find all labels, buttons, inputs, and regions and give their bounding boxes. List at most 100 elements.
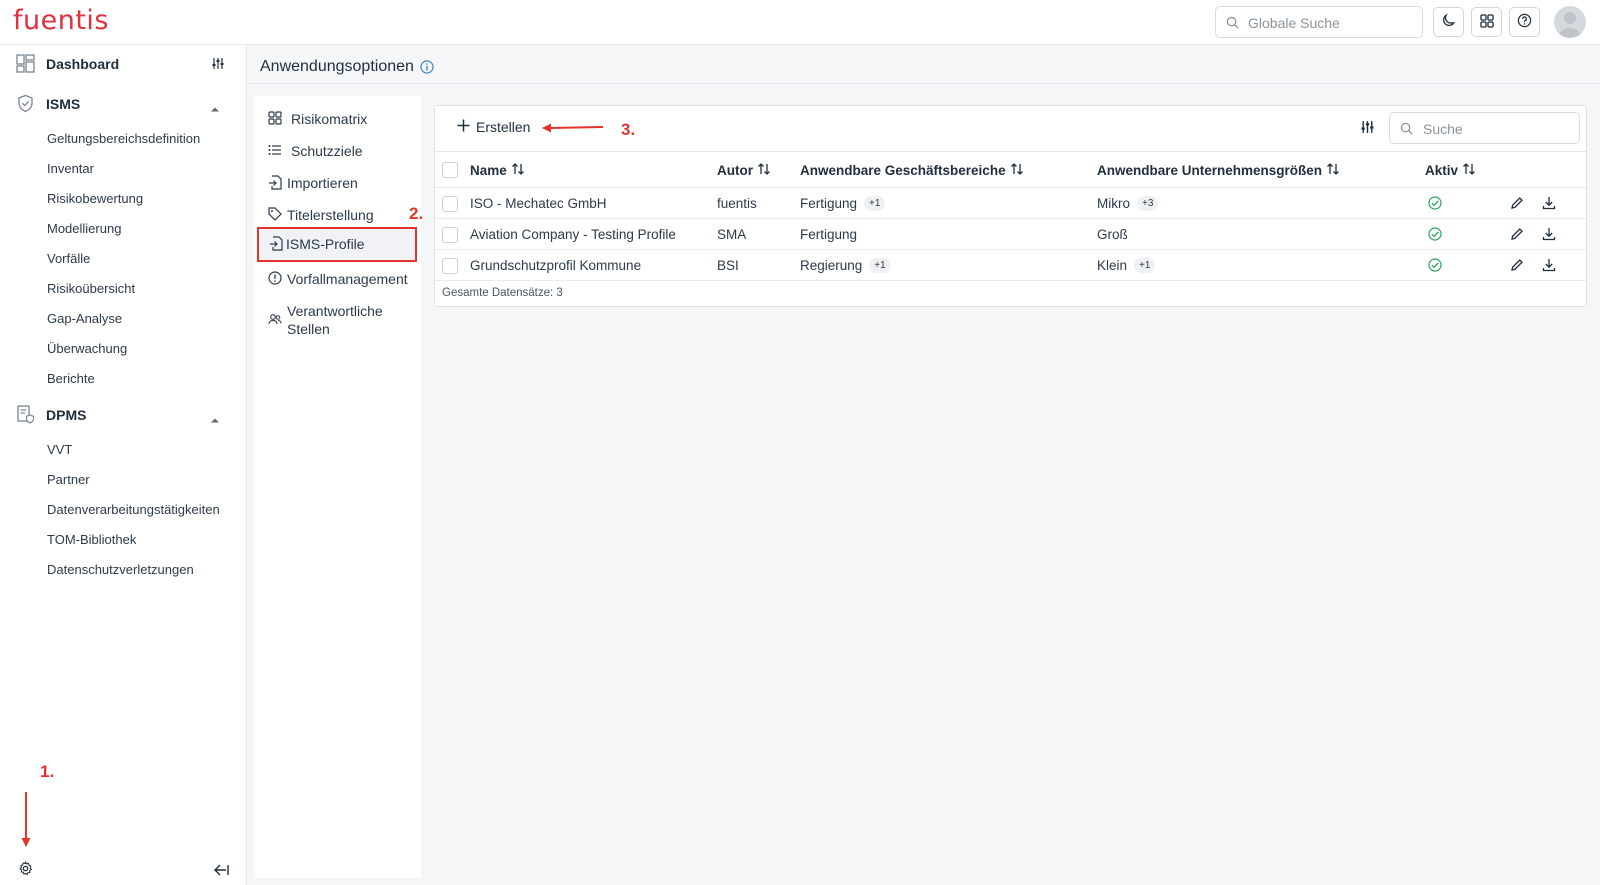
user-avatar[interactable] xyxy=(1554,6,1586,38)
cell-value: Fertigung xyxy=(800,196,858,211)
sidebar-item-dashboard[interactable]: Dashboard xyxy=(0,46,247,82)
sort-icon[interactable] xyxy=(1462,162,1476,179)
settings-gear-icon[interactable] xyxy=(18,861,33,879)
sidebar-item-datenschutzverletzungen[interactable]: Datenschutzverletzungen xyxy=(47,562,194,577)
check-circle-icon xyxy=(1428,227,1442,244)
search-icon xyxy=(1226,16,1239,32)
column-header-geschaeftsbereiche[interactable]: Anwendbare Geschäftsbereiche xyxy=(800,162,1024,179)
sidebar-item-ueberwachung[interactable]: Überwachung xyxy=(47,341,127,356)
sidebar: Dashboard ISMS Geltungsbereichsdefinitio… xyxy=(0,45,247,885)
import-icon xyxy=(268,175,282,193)
sidebar-section-isms[interactable]: ISMS xyxy=(0,86,247,122)
sort-icon[interactable] xyxy=(1326,162,1340,179)
sidebar-item-risikobewertung[interactable]: Risikobewertung xyxy=(47,191,143,206)
cell-name: Grundschutzprofil Kommune xyxy=(470,258,642,273)
list-icon xyxy=(268,143,282,159)
more-badge[interactable]: +1 xyxy=(864,196,886,211)
chevron-up-icon[interactable] xyxy=(210,99,220,115)
global-search[interactable] xyxy=(1215,6,1423,38)
sidebar-item-partner[interactable]: Partner xyxy=(47,472,90,487)
column-header-label: Aktiv xyxy=(1425,163,1459,178)
alert-circle-icon xyxy=(268,271,282,288)
download-icon[interactable] xyxy=(1542,196,1556,213)
edit-pencil-icon[interactable] xyxy=(1510,258,1524,275)
check-circle-icon xyxy=(1428,196,1442,213)
sidebar-section-label: ISMS xyxy=(46,96,81,112)
grid-icon xyxy=(268,111,282,128)
theme-toggle-button[interactable] xyxy=(1433,7,1464,37)
check-circle-icon xyxy=(1428,258,1442,275)
sidebar-item-modellierung[interactable]: Modellierung xyxy=(47,221,121,236)
help-button[interactable] xyxy=(1509,7,1540,37)
collapse-sidebar-icon[interactable] xyxy=(214,863,229,879)
table-row[interactable]: Aviation Company - Testing Profile SMA F… xyxy=(435,219,1586,250)
create-button-label: Erstellen xyxy=(476,119,531,135)
sort-icon[interactable] xyxy=(511,162,525,179)
subnav-item-vorfallmanagement[interactable]: Vorfallmanagement xyxy=(254,268,416,292)
sidebar-section-dpms[interactable]: DPMS xyxy=(0,397,247,433)
row-checkbox[interactable] xyxy=(442,227,458,243)
users-icon xyxy=(268,312,282,328)
sidebar-item-inventar[interactable]: Inventar xyxy=(47,161,94,176)
apps-button[interactable] xyxy=(1471,7,1502,37)
subnav-item-importieren[interactable]: Importieren xyxy=(254,172,416,196)
create-button[interactable]: Erstellen xyxy=(457,119,530,135)
annotation-step-1: 1. xyxy=(40,762,55,781)
sidebar-item-gap-analyse[interactable]: Gap-Analyse xyxy=(47,311,122,326)
sort-icon[interactable] xyxy=(1010,162,1024,179)
info-icon[interactable] xyxy=(420,60,434,77)
download-icon[interactable] xyxy=(1542,258,1556,275)
sidebar-item-vorfaelle[interactable]: Vorfälle xyxy=(47,251,90,266)
column-header-label: Autor xyxy=(717,163,753,178)
table-row[interactable]: ISO - Mechatec GmbH fuentis Fertigung +1… xyxy=(435,188,1586,219)
search-icon xyxy=(1400,122,1413,138)
column-settings-icon[interactable] xyxy=(1361,120,1374,137)
cell-geschaeftsbereiche: Fertigung xyxy=(800,227,857,242)
sliders-icon[interactable] xyxy=(212,57,224,73)
more-badge[interactable]: +3 xyxy=(1137,196,1159,211)
column-header-autor[interactable]: Autor xyxy=(717,162,771,179)
options-subnav: Risikomatrix Schutzziele Importieren Tit… xyxy=(254,96,421,878)
table-header: Name Autor Anwendbare Geschäftsbereiche … xyxy=(435,151,1586,188)
dashboard-icon xyxy=(16,54,35,76)
sidebar-item-label: Dashboard xyxy=(46,56,120,72)
cell-value: Mikro xyxy=(1097,196,1130,211)
table-search-input[interactable] xyxy=(1423,119,1573,139)
column-header-label: Anwendbare Geschäftsbereiche xyxy=(800,163,1006,178)
column-header-unternehmensgroessen[interactable]: Anwendbare Unternehmensgrößen xyxy=(1097,162,1340,179)
annotation-step-3: 3. xyxy=(621,120,636,139)
subnav-item-label: Titelerstellung xyxy=(287,207,374,223)
edit-pencil-icon[interactable] xyxy=(1510,196,1524,213)
subnav-item-verantwortliche-stellen[interactable]: Verantwortliche Stellen xyxy=(254,300,416,340)
sidebar-item-berichte[interactable]: Berichte xyxy=(47,371,95,386)
apps-grid-icon xyxy=(1479,13,1494,31)
subnav-item-titelerstellung[interactable]: Titelerstellung xyxy=(254,204,416,228)
more-badge[interactable]: +1 xyxy=(1134,258,1156,273)
subnav-item-risikomatrix[interactable]: Risikomatrix xyxy=(254,108,416,132)
column-header-name[interactable]: Name xyxy=(470,162,525,179)
chevron-up-icon[interactable] xyxy=(210,410,220,426)
select-all-checkbox[interactable] xyxy=(442,162,458,178)
more-badge[interactable]: +1 xyxy=(869,258,891,273)
annotation-step-2: 2. xyxy=(409,204,424,223)
subnav-item-isms-profile[interactable]: ISMS-Profile xyxy=(257,227,417,262)
table-row[interactable]: Grundschutzprofil Kommune BSI Regierung … xyxy=(435,250,1586,281)
sort-icon[interactable] xyxy=(757,162,771,179)
sidebar-item-vvt[interactable]: VVT xyxy=(47,442,72,457)
moon-icon xyxy=(1441,13,1456,31)
column-header-aktiv[interactable]: Aktiv xyxy=(1425,162,1476,179)
row-checkbox[interactable] xyxy=(442,258,458,274)
app-logo[interactable]: fuentis xyxy=(13,5,109,36)
table-search[interactable] xyxy=(1389,112,1580,144)
row-checkbox[interactable] xyxy=(442,196,458,212)
cell-value: Klein xyxy=(1097,258,1128,273)
subnav-item-schutzziele[interactable]: Schutzziele xyxy=(254,140,416,164)
sidebar-item-tom-bibliothek[interactable]: TOM-Bibliothek xyxy=(47,532,136,547)
edit-pencil-icon[interactable] xyxy=(1510,227,1524,244)
sidebar-item-datenverarbeitung[interactable]: Datenverarbeitungstätigkeiten xyxy=(47,502,220,517)
global-search-input[interactable] xyxy=(1248,13,1418,33)
sidebar-item-geltungsbereich[interactable]: Geltungsbereichsdefinition xyxy=(47,131,200,146)
annotation-arrow-left xyxy=(542,123,604,133)
download-icon[interactable] xyxy=(1542,227,1556,244)
sidebar-item-risikouebersicht[interactable]: Risikoübersicht xyxy=(47,281,135,296)
